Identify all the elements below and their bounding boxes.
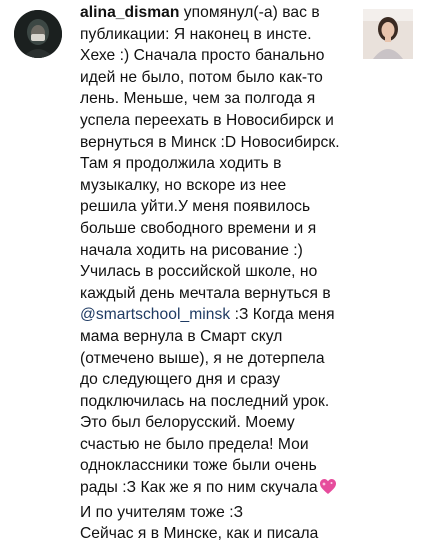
notification-line-heart: рады :З Как же я по ним скучала — [80, 477, 352, 502]
notification-line: до следующего дня и сразу — [80, 371, 281, 389]
avatar-photo — [14, 10, 62, 58]
notification-line: Училась в российской школе, но — [80, 263, 318, 281]
notification-text: alina_disman упомянул(-а) вас в публикац… — [80, 2, 352, 545]
user-avatar[interactable] — [14, 10, 62, 58]
notification-line: успела переехать в Новосибирск и — [80, 111, 334, 129]
notification-line: мама вернула в Смарт скул — [80, 327, 283, 345]
notification-line: решила уйти.У меня появилось — [80, 198, 311, 216]
notification-line: лень. Меньше, чем за полгода я — [80, 90, 316, 108]
notification-line: счастью не было предела! Мои — [80, 435, 309, 453]
notification-line: Хехе :) Сначала просто банально — [80, 47, 325, 65]
notification-line: Сейчас я в Минске, как и писала — [80, 525, 319, 543]
notification-line: Это был белорусский. Моему — [80, 414, 295, 432]
post-thumbnail[interactable] — [363, 9, 413, 59]
notification-line: вернуться в Минск :D Новосибирск. — [80, 133, 340, 151]
notification-line: каждый день мечтала вернуться в — [80, 284, 331, 302]
notification-line: Там я продолжила ходить в — [80, 155, 282, 173]
mention-notification[interactable]: alina_disman упомянул(-а) вас в публикац… — [0, 0, 426, 542]
username-link[interactable]: alina_disman — [80, 4, 179, 21]
notification-line-mention: @smartschool_minsk :З Когда меня — [80, 306, 335, 324]
notification-line: (отмечено выше), я не дотерпела — [80, 349, 325, 367]
notification-line: начала ходить на рисование :) — [80, 241, 303, 259]
sparkling-heart-icon — [319, 478, 337, 502]
notification-line: публикации: Я наконец в инсте. — [80, 25, 312, 43]
notification-line: больше свободного времени и я — [80, 219, 317, 237]
post-thumbnail-image — [363, 9, 413, 59]
notification-line: подключилась на последний урок. — [80, 392, 330, 410]
mention-link[interactable]: @smartschool_minsk — [80, 306, 230, 323]
notification-line: музыкалку, но вскоре из нее — [80, 176, 287, 194]
notification-line: идей не было, потом было как-то — [80, 68, 323, 86]
notification-line: одноклассники тоже были очень — [80, 457, 317, 475]
notification-line: И по учителям тоже :З — [80, 503, 244, 521]
notification-line-1: alina_disman упомянул(-а) вас в — [80, 4, 320, 21]
